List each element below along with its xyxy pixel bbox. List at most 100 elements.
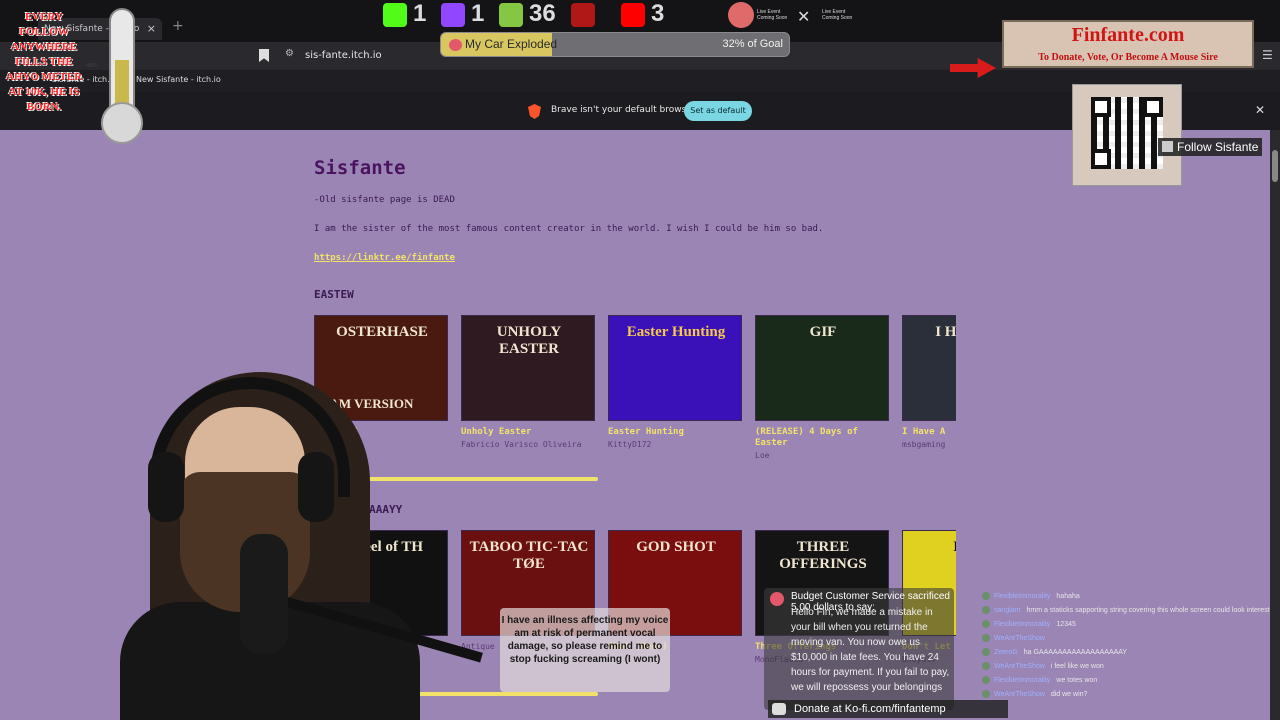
chat-overlay: FlexibleImmorality hahaha sanglant hmm a st… [982, 592, 1270, 720]
chat-username: ZeeroG [994, 648, 1018, 656]
live-event-icon [728, 2, 754, 28]
thermometer-bulb [101, 102, 143, 144]
counter-value: 36 [529, 0, 556, 27]
game-cover[interactable]: I HA A BO [902, 315, 956, 421]
webcam-feed [0, 352, 520, 720]
linktree-link[interactable]: https://linktr.ee/finfante [314, 253, 455, 263]
counter-value: 1 [471, 0, 485, 27]
game-title[interactable]: Easter Hunting [608, 427, 742, 438]
chat-text: did we win? [1050, 690, 1088, 698]
game-title[interactable]: I Have A [902, 427, 956, 438]
goal-percent: 32% of Goal [722, 38, 783, 50]
twitch-icon [441, 3, 465, 27]
badge-icon [982, 662, 990, 670]
page-scrollbar[interactable] [1270, 130, 1280, 720]
microphone [240, 534, 288, 654]
game-cover[interactable]: GIF [755, 315, 889, 421]
finfante-sign: Finfante.com To Donate, Vote, Or Become … [1002, 20, 1254, 68]
heart-icon [449, 39, 462, 51]
cover-title: GOD SHOT [636, 539, 716, 555]
set-default-button[interactable]: Set as default [684, 101, 752, 121]
follow-button[interactable]: Follow Sisfante [1158, 138, 1262, 156]
site-settings-icon[interactable]: ⚙ [285, 48, 294, 59]
chat-text: ha GAAAAAAAAAAAAAAAAAAY [1023, 648, 1128, 656]
kofi-text: Donate at Ko-fi.com/finfantemp [794, 703, 946, 715]
kofi-icon [772, 703, 786, 715]
new-tab-icon[interactable]: + [172, 18, 184, 34]
chat-text: 12345 [1056, 620, 1076, 628]
screen: New Sisfante - itch.io × + ⚙ sis-fante.i… [0, 0, 1280, 720]
site-subtitle: To Donate, Vote, Or Become A Mouse Sire [1038, 52, 1218, 63]
menu-icon[interactable]: ☰ [1262, 48, 1273, 62]
game-author[interactable]: KittyD172 [608, 440, 742, 449]
chat-username: FlexibleImmorality [994, 592, 1051, 600]
goal-bar: My Car Exploded 32% of Goal [440, 32, 790, 57]
chat-message: WeAreTheShow did we win? [982, 690, 1270, 704]
section-heading-1: EASTEW [314, 288, 354, 301]
url-field[interactable]: sis-fante.itch.io [305, 50, 382, 61]
cover-title: GIF [809, 324, 837, 340]
cover-title: DON [909, 539, 956, 556]
tab-new-sisfante-2[interactable]: New Sisfante - itch.io [136, 75, 221, 84]
tts-message: I have an illness affecting my voice am … [500, 608, 670, 692]
game-title[interactable]: (RELEASE) 4 Days of Easter [755, 427, 889, 449]
badge-icon [982, 606, 990, 614]
cover-title: THREE OFFERINGS [779, 539, 867, 572]
close-icon[interactable]: ✕ [1255, 103, 1265, 117]
cover-title: Easter Hunting [626, 324, 726, 340]
qr-finder [1143, 97, 1163, 117]
chat-message: sanglant hmm a staticks sapporting string… [982, 606, 1270, 620]
bookmark-icon[interactable] [259, 49, 269, 62]
kofi-banner: Donate at Ko-fi.com/finfantemp [768, 700, 1008, 718]
chat-text: hahaha [1056, 592, 1080, 600]
badge-icon [982, 634, 990, 642]
badge-icon [982, 690, 990, 698]
goal-name: My Car Exploded [465, 37, 558, 51]
donation-alert: Budget Customer Service sacrificed 5.00 … [764, 588, 954, 710]
game-card[interactable]: GIF (RELEASE) 4 Days of Easter Loe [755, 315, 889, 460]
counter-value: 3 [651, 0, 665, 27]
cover-title: OSTERHASE [336, 324, 428, 340]
follow-thermometer [101, 8, 143, 156]
heart-icon [770, 592, 784, 606]
chat-username: WeAreTheShow [994, 690, 1045, 698]
qr-finder [1091, 149, 1111, 169]
chat-username: WeAreTheShow [994, 662, 1045, 670]
chat-text: we totes won [1056, 676, 1098, 684]
badge-icon [982, 620, 990, 628]
game-author[interactable]: msbgaming [902, 440, 956, 449]
game-card[interactable]: I HA A BO I Have A msbgaming [902, 315, 956, 449]
game-author[interactable]: Loe [755, 451, 889, 460]
chat-text: i feel like we won [1050, 662, 1104, 670]
counter-value: 1 [413, 0, 427, 27]
scroll-thumb[interactable] [1272, 150, 1278, 182]
tts-text: I have an illness affecting my voice am … [501, 615, 669, 665]
game-cover[interactable]: Easter Hunting [608, 315, 742, 421]
headset-earcup [298, 452, 334, 522]
follow-icon [1162, 141, 1173, 152]
chat-text: hmm a staticks sapporting string coverin… [1026, 606, 1270, 614]
headset-earcup [148, 452, 184, 522]
youtube-icon [621, 3, 645, 27]
chat-message: FlexibleImmorality hahaha [982, 592, 1270, 606]
live-event-2: Live Event Coming Soon [822, 9, 853, 21]
close-icon[interactable]: × [147, 18, 156, 40]
site-title: Finfante.com [1071, 24, 1185, 46]
qr-finder [1091, 97, 1111, 117]
badge-icon [982, 592, 990, 600]
badge-icon [982, 676, 990, 684]
thermometer-percent: 49% [86, 63, 98, 69]
chat-username: sanglant [994, 606, 1021, 614]
page-line-2: I am the sister of the most famous conte… [314, 224, 824, 234]
brave-lion-icon [528, 104, 541, 119]
qr-code [1072, 84, 1182, 186]
chat-message: WeAreTheShow i feel like we won [982, 662, 1270, 676]
badge-icon [982, 648, 990, 656]
chat-message: WeAreTheShow [982, 634, 1270, 648]
rumble-icon [499, 3, 523, 27]
cover-title: I HA A BO [935, 324, 956, 340]
kick-icon [383, 3, 407, 27]
x-icon: ✕ [797, 7, 811, 26]
chat-username: FlexibleImmorality [994, 676, 1051, 684]
game-card[interactable]: Easter Hunting Easter Hunting KittyD172 [608, 315, 742, 449]
